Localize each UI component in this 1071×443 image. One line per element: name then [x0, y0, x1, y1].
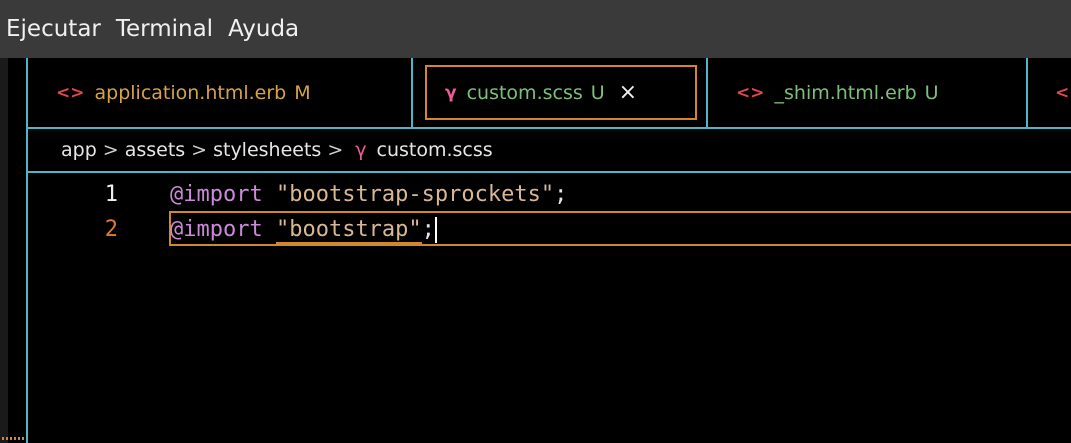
- git-status-badge: U: [590, 81, 605, 104]
- text-cursor: [434, 217, 437, 243]
- code-text[interactable]: @import "bootstrap";: [170, 213, 437, 246]
- chevron-right-icon: >: [102, 139, 119, 161]
- html-file-icon: <: [1055, 83, 1070, 103]
- breadcrumb-item-assets[interactable]: assets: [125, 139, 185, 161]
- breadcrumb-item-file[interactable]: custom.scss: [377, 139, 493, 161]
- tab-label: custom.scss: [466, 81, 583, 104]
- sass-file-icon: γ: [445, 82, 457, 103]
- activity-edge: [0, 58, 8, 443]
- sass-file-icon: γ: [355, 139, 367, 161]
- tab-overflow[interactable]: <: [1055, 58, 1071, 128]
- chevron-right-icon: >: [327, 139, 344, 161]
- breadcrumb: app > assets > stylesheets > γ custom.sc…: [28, 129, 1071, 171]
- breadcrumb-item-stylesheets[interactable]: stylesheets: [213, 139, 321, 161]
- menu-bar: Ejecutar Terminal Ayuda: [0, 0, 1071, 58]
- code-text[interactable]: @import "bootstrap-sprockets";: [170, 178, 567, 211]
- menu-item-ejecutar[interactable]: Ejecutar: [6, 16, 101, 42]
- string-token: "bootstrap-sprockets": [275, 182, 555, 207]
- tab-application-html-erb[interactable]: <> application.html.erb M: [28, 58, 413, 128]
- keyword-token: @import: [170, 217, 263, 242]
- keyword-token: @import: [170, 182, 263, 207]
- line-number: 1: [104, 182, 118, 207]
- menu-item-ayuda[interactable]: Ayuda: [228, 16, 299, 42]
- git-status-badge: U: [924, 82, 939, 104]
- chevron-right-icon: >: [191, 139, 208, 161]
- git-status-badge: M: [294, 82, 311, 104]
- tab-label: application.html.erb: [94, 82, 287, 104]
- tab-shim-html-erb[interactable]: <> _shim.html.erb U: [706, 58, 1028, 128]
- string-token: "bootstrap": [275, 217, 422, 244]
- close-icon[interactable]: ×: [619, 80, 637, 105]
- tab-custom-scss[interactable]: γ custom.scss U ×: [425, 65, 697, 120]
- tab-label: _shim.html.erb: [774, 82, 917, 104]
- code-line-2[interactable]: 2 @import "bootstrap";: [28, 213, 1071, 246]
- menu-item-terminal[interactable]: Terminal: [116, 16, 213, 42]
- semicolon-token: ;: [554, 182, 568, 207]
- line-number: 2: [104, 217, 118, 242]
- editor-top-border: [28, 171, 1071, 173]
- tab-bar: <> application.html.erb M γ custom.scss …: [28, 58, 1071, 128]
- html-file-icon: <>: [736, 83, 765, 103]
- code-line-1[interactable]: 1 @import "bootstrap-sprockets";: [28, 178, 1071, 211]
- drag-handle-dots: [2, 437, 24, 440]
- semicolon-token: ;: [421, 217, 435, 242]
- html-file-icon: <>: [56, 83, 85, 103]
- breadcrumb-item-app[interactable]: app: [61, 139, 97, 161]
